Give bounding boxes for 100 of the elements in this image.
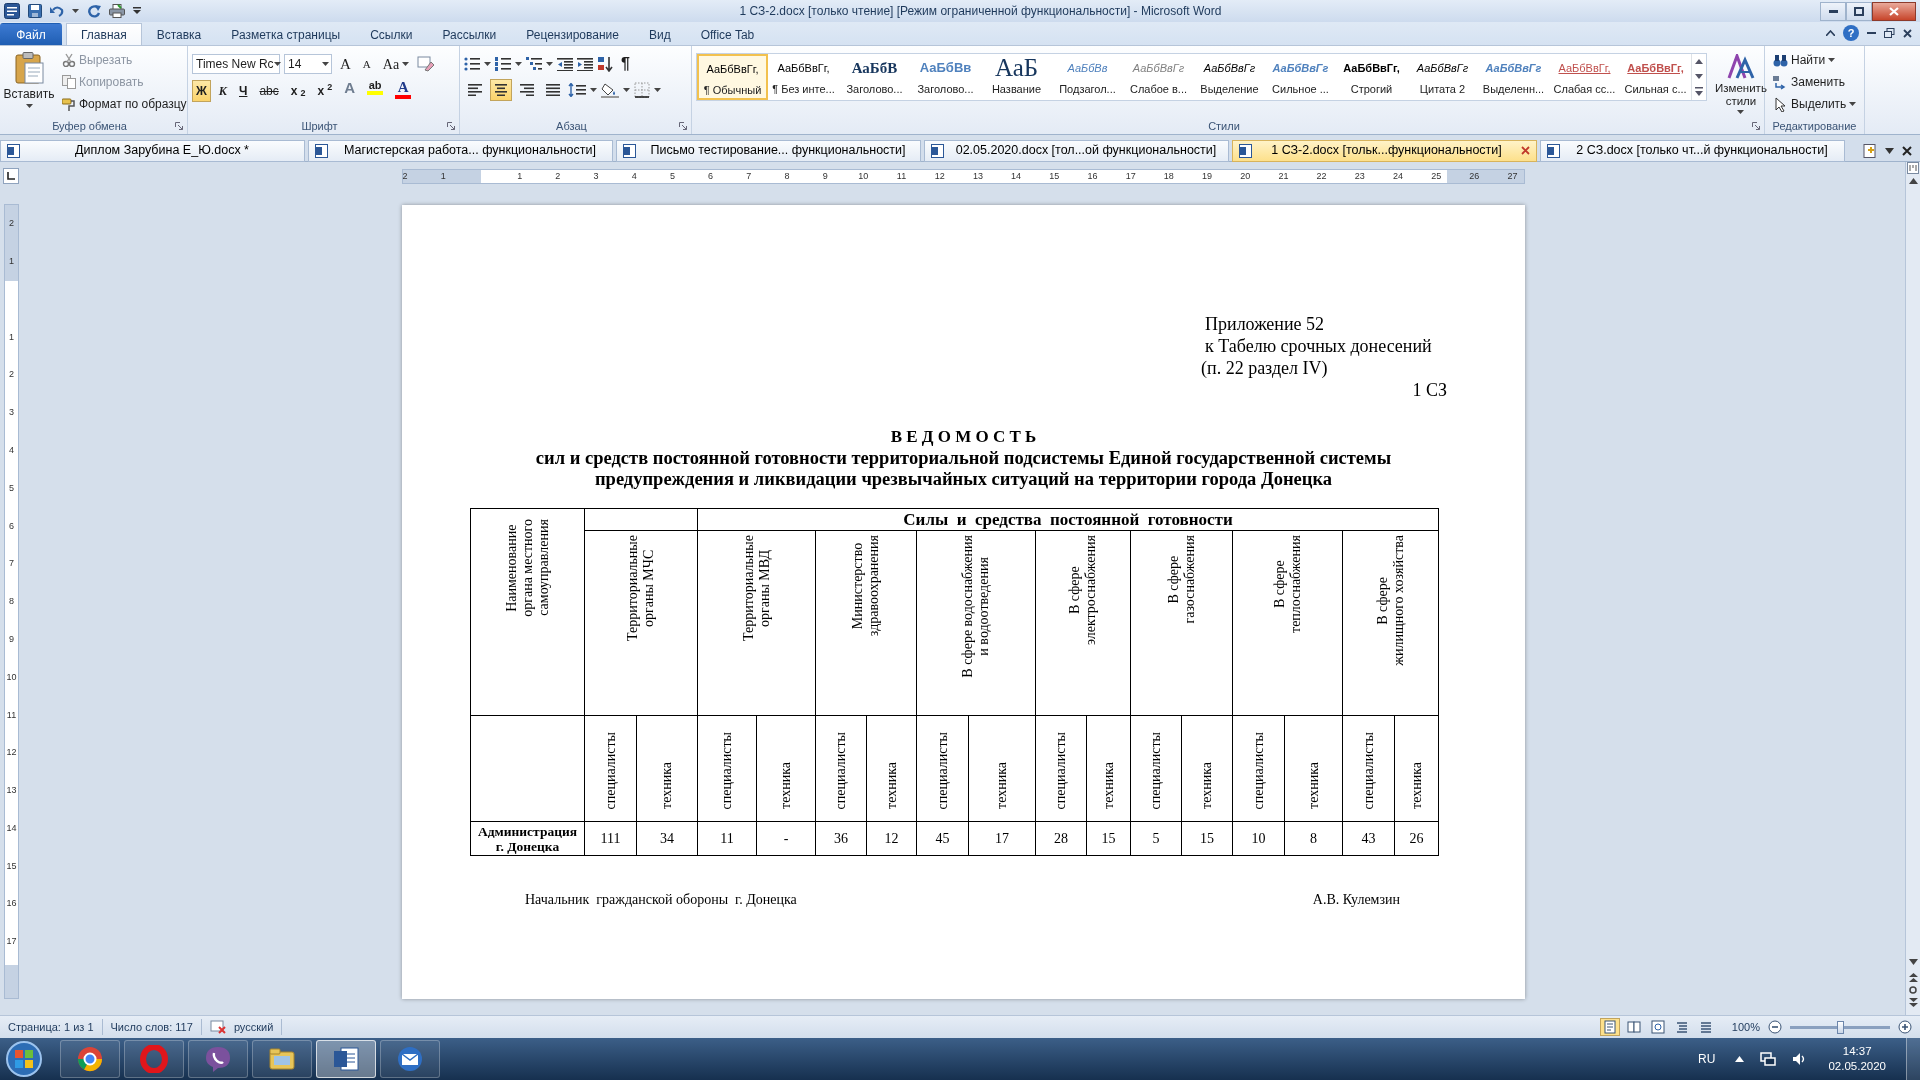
style-gallery-item[interactable]: АаБ Название [981,54,1052,100]
ribbon-tab[interactable]: Рецензирование [511,23,634,45]
format-button[interactable]: Ж [192,80,211,102]
clipboard-action[interactable]: Формат по образцу [58,93,191,115]
dropdown-icon[interactable] [1885,147,1894,154]
ribbon-tab[interactable]: Вставка [141,23,217,45]
style-gallery-item[interactable]: АаБбВвГг Сильное ... [1265,54,1336,100]
line-spacing-icon[interactable] [568,83,586,97]
file-tab[interactable]: Файл [0,23,62,45]
zoom-slider-thumb[interactable] [1836,1020,1844,1034]
save-icon[interactable] [28,4,42,18]
shading-icon[interactable] [601,82,619,98]
document-tab[interactable]: 2 СЗ.docx [только чт...й функциональности] [1540,139,1845,162]
zoom-in-icon[interactable] [1898,1020,1912,1034]
style-gallery-item[interactable]: АаБбВвГг, ¶ Без инте... [768,54,839,100]
taskbar-button[interactable] [60,1040,120,1078]
dialog-launcher-icon[interactable] [175,122,183,130]
browse-object-icon[interactable] [1909,986,1917,994]
format-button[interactable]: Ч [235,80,252,102]
style-gallery-item[interactable]: АаБбВвГг Выделение [1194,54,1265,100]
style-gallery-item[interactable]: АаБбВвГг, Слабая сс... [1549,54,1620,100]
zoom-level[interactable]: 100% [1731,1018,1768,1036]
ribbon-tab[interactable]: Рассылки [427,23,512,45]
next-page-icon[interactable] [1908,998,1918,1007]
change-styles-button[interactable]: Изменить стили [1711,53,1771,115]
tray-expand-icon[interactable] [1735,1056,1745,1062]
taskbar-button[interactable] [316,1040,376,1078]
editing-action[interactable]: Заменить [1769,71,1860,93]
shrink-font-button[interactable]: A [358,53,375,75]
clear-format-icon[interactable] [417,56,436,72]
minimize-button[interactable] [1820,1,1846,21]
customize-icon[interactable] [133,7,141,15]
close-button[interactable] [1872,1,1916,21]
format-button[interactable]: x$_{2}$ [286,80,310,102]
document-tab[interactable]: 1 СЗ-2.docx [тольк...функциональности] [1232,139,1537,162]
numbering-icon[interactable] [495,57,511,71]
format-button[interactable]: x$^{2}$ [313,80,337,102]
ribbon-tab[interactable]: Office Tab [685,23,770,45]
document-tab[interactable]: Диплом Зарубина Е_Ю.docx * [0,139,305,162]
style-gallery-item[interactable]: АаБбВв Заголово... [910,54,981,100]
tab-selector[interactable] [3,168,19,184]
document-tab[interactable]: Магистерская работа... функциональности] [308,139,613,162]
dialog-launcher-icon[interactable] [1752,122,1760,130]
ribbon-tab[interactable]: Ссылки [355,23,428,45]
ruler-toggle-icon[interactable] [1907,162,1919,174]
minimize-icon[interactable] [1867,31,1876,35]
vertical-scrollbar[interactable] [1905,162,1920,1015]
network-icon[interactable] [1760,1052,1777,1066]
grow-font-button[interactable]: A [336,53,355,75]
input-language[interactable]: RU [1698,1050,1732,1068]
undo-icon[interactable] [50,4,64,18]
ribbon-tab[interactable]: Вид [633,23,686,45]
restore-icon[interactable] [1884,28,1895,38]
close-icon[interactable] [1903,28,1912,38]
style-gallery-item[interactable]: АаБбВвГг, ¶ Обычный [697,54,768,100]
taskbar-button[interactable] [380,1040,440,1078]
color-button[interactable]: A [340,79,360,103]
style-gallery-item[interactable]: АаБбВвГг Цитата 2 [1407,54,1478,100]
style-gallery-item[interactable]: АаБбВвГг Слабое в... [1123,54,1194,100]
format-button[interactable]: abc [255,80,283,102]
decrease-indent-icon[interactable] [557,57,573,71]
previous-page-icon[interactable] [1908,973,1918,982]
bullets-icon[interactable] [464,57,480,71]
new-tab-icon[interactable] [1863,143,1877,158]
document-tab[interactable]: 02.05.2020.docx [тол...ой функциональности] [924,139,1229,162]
font-name-field[interactable]: Times New Rc [192,54,280,74]
change-case-button[interactable]: Aa [378,53,414,75]
borders-icon[interactable] [634,82,650,98]
clock[interactable]: 14:37 02.05.2020 [1812,1044,1902,1074]
ribbon-tab[interactable]: Главная [66,23,142,45]
maximize-button[interactable] [1846,1,1872,21]
help-button[interactable]: ? [1843,25,1859,41]
ribbon-tab[interactable]: Разметка страницы [216,23,356,45]
font-size-field[interactable]: 14 [284,54,332,74]
document-tab[interactable]: Письмо тестирование... функциональности] [616,139,921,162]
format-button[interactable]: К [214,80,231,102]
collapse-ribbon-icon[interactable] [1826,30,1835,36]
print-icon[interactable] [109,4,125,18]
view-button[interactable] [1599,1018,1620,1036]
editing-action[interactable]: Выделить [1769,93,1860,115]
color-button[interactable]: ab [363,79,388,103]
align-button[interactable] [490,79,512,101]
style-gallery-item[interactable]: АаБбВвГг Выделенн... [1478,54,1549,100]
paste-button[interactable]: Вставить [4,49,54,111]
dialog-launcher-icon[interactable] [679,122,687,130]
sort-icon[interactable] [597,56,613,72]
taskbar-button[interactable] [252,1040,312,1078]
language-indicator[interactable]: русский [233,1018,274,1036]
style-gallery-item[interactable]: АаБбВв Подзагол... [1052,54,1123,100]
zoom-out-icon[interactable] [1768,1020,1782,1034]
close-icon[interactable] [1902,145,1912,156]
start-button-icon[interactable] [4,1039,44,1079]
spellcheck-icon[interactable] [209,1020,226,1034]
redo-icon[interactable] [87,4,101,18]
scroll-up-icon[interactable] [1908,178,1918,184]
style-gallery-item[interactable]: АаБбВвГг, Сильная с... [1620,54,1691,100]
editing-action[interactable]: Найти [1769,49,1860,71]
word-icon[interactable] [4,3,20,19]
show-desktop-button[interactable] [1906,1038,1920,1080]
style-gallery-item[interactable]: АаБбВвГг, Строгий [1336,54,1407,100]
